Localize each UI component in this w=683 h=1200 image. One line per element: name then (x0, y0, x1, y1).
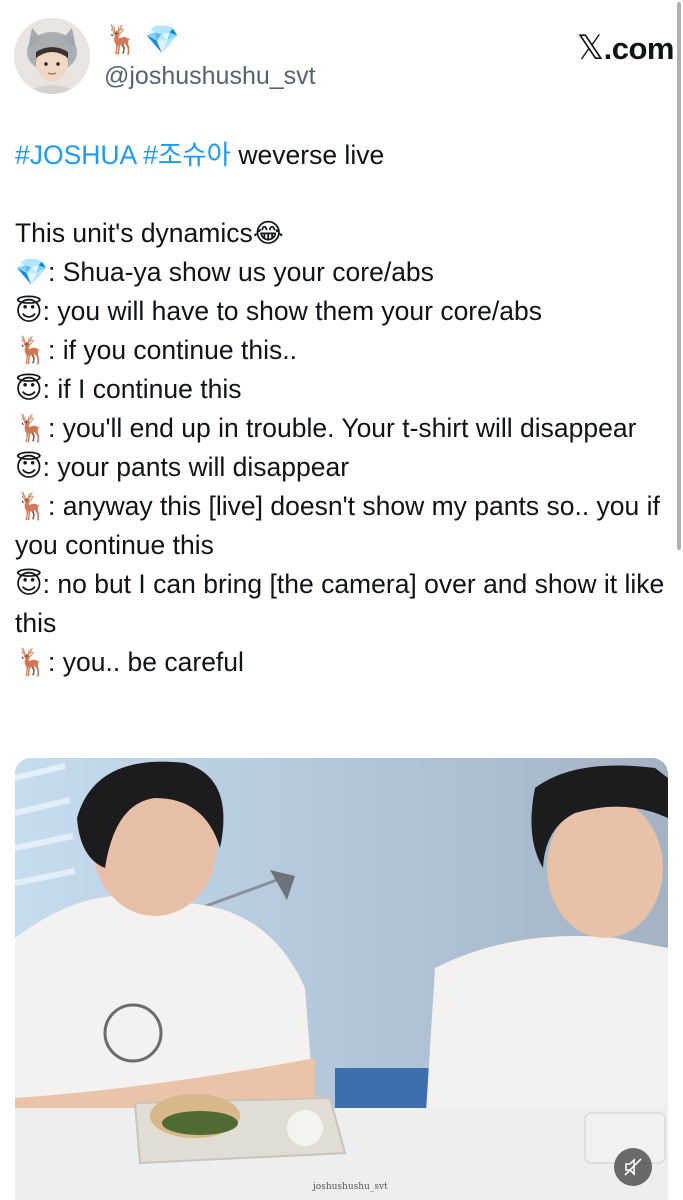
dialogue-text: : your pants will disappear (42, 452, 350, 482)
halo-emoji-icon: 😇 (15, 296, 43, 326)
dialogue-line: 🦌: anyway this [live] doesn't show my pa… (15, 487, 665, 565)
dialogue-text: : no but I can bring [the camera] over a… (15, 569, 665, 638)
hashtag-korean[interactable]: #조슈아 (143, 140, 231, 170)
display-name-emojis[interactable]: 🦌💎 (104, 24, 186, 56)
dialogue-text: : you will have to show them your core/a… (42, 296, 542, 326)
speaker-muted-icon (624, 1158, 642, 1176)
deer-emoji-icon: 🦌 (15, 491, 48, 521)
avatar-image (14, 18, 90, 94)
halo-emoji-icon: 😇 (15, 569, 43, 599)
tweet-header: 🦌💎 @joshushushu_svt 𝕏.com (14, 18, 675, 98)
intro-text: This unit's dynamics (15, 218, 253, 248)
tweet-screenshot: 🦌💎 @joshushushu_svt 𝕏.com #JOSHUA #조슈아 w… (0, 0, 683, 1200)
dialogue-line: 😇: you will have to show them your core/… (15, 292, 665, 331)
halo-emoji-icon: 😇 (15, 374, 43, 404)
deer-emoji-icon: 🦌 (15, 335, 48, 365)
diamond-emoji-icon: 💎 (15, 257, 48, 287)
laughing-emoji-icon: 😂 (252, 218, 284, 248)
dialogue-text: : if I continue this (42, 374, 242, 404)
dialogue-line: 😇: no but I can bring [the camera] over … (15, 565, 665, 643)
dialogue-line: 🦌: if you continue this.. (15, 331, 665, 370)
avatar[interactable] (14, 18, 90, 94)
dialogue-text: : you.. be careful (48, 647, 244, 677)
video-frame (15, 758, 668, 1200)
tweet-body: #JOSHUA #조슈아 weverse live This unit's dy… (15, 136, 665, 682)
halo-emoji-icon: 😇 (15, 452, 43, 482)
dialogue-text: : Shua-ya show us your core/abs (48, 257, 434, 287)
x-logo-icon: 𝕏 (576, 29, 604, 67)
tweet-intro: This unit's dynamics😂 (15, 214, 665, 253)
deer-emoji-icon: 🦌 (15, 413, 48, 443)
mute-button[interactable] (614, 1148, 652, 1186)
first-line-rest: weverse live (231, 140, 385, 170)
dialogue-text: : you'll end up in trouble. Your t-shirt… (48, 413, 637, 443)
dialogue-text: : if you continue this.. (48, 335, 297, 365)
video-media[interactable]: joshushushu_svt (15, 758, 668, 1200)
hashtag-joshua[interactable]: #JOSHUA (15, 140, 136, 170)
scrollbar[interactable] (677, 2, 681, 550)
dialogue-line: 🦌: you.. be careful (15, 643, 665, 682)
dialogue-text: : anyway this [live] doesn't show my pan… (15, 491, 660, 560)
site-logo: 𝕏.com (576, 28, 675, 68)
deer-emoji-icon: 🦌 (15, 647, 48, 677)
dialogue-line: 💎: Shua-ya show us your core/abs (15, 253, 665, 292)
site-suffix: .com (603, 31, 675, 66)
user-handle[interactable]: @joshushushu_svt (104, 62, 316, 91)
dialogue-line: 🦌: you'll end up in trouble. Your t-shir… (15, 409, 665, 448)
dialogue-line: 😇: your pants will disappear (15, 448, 665, 487)
video-watermark: joshushushu_svt (313, 1182, 388, 1192)
dialogue-line: 😇: if I continue this (15, 370, 665, 409)
tweet-first-line: #JOSHUA #조슈아 weverse live (15, 136, 665, 175)
